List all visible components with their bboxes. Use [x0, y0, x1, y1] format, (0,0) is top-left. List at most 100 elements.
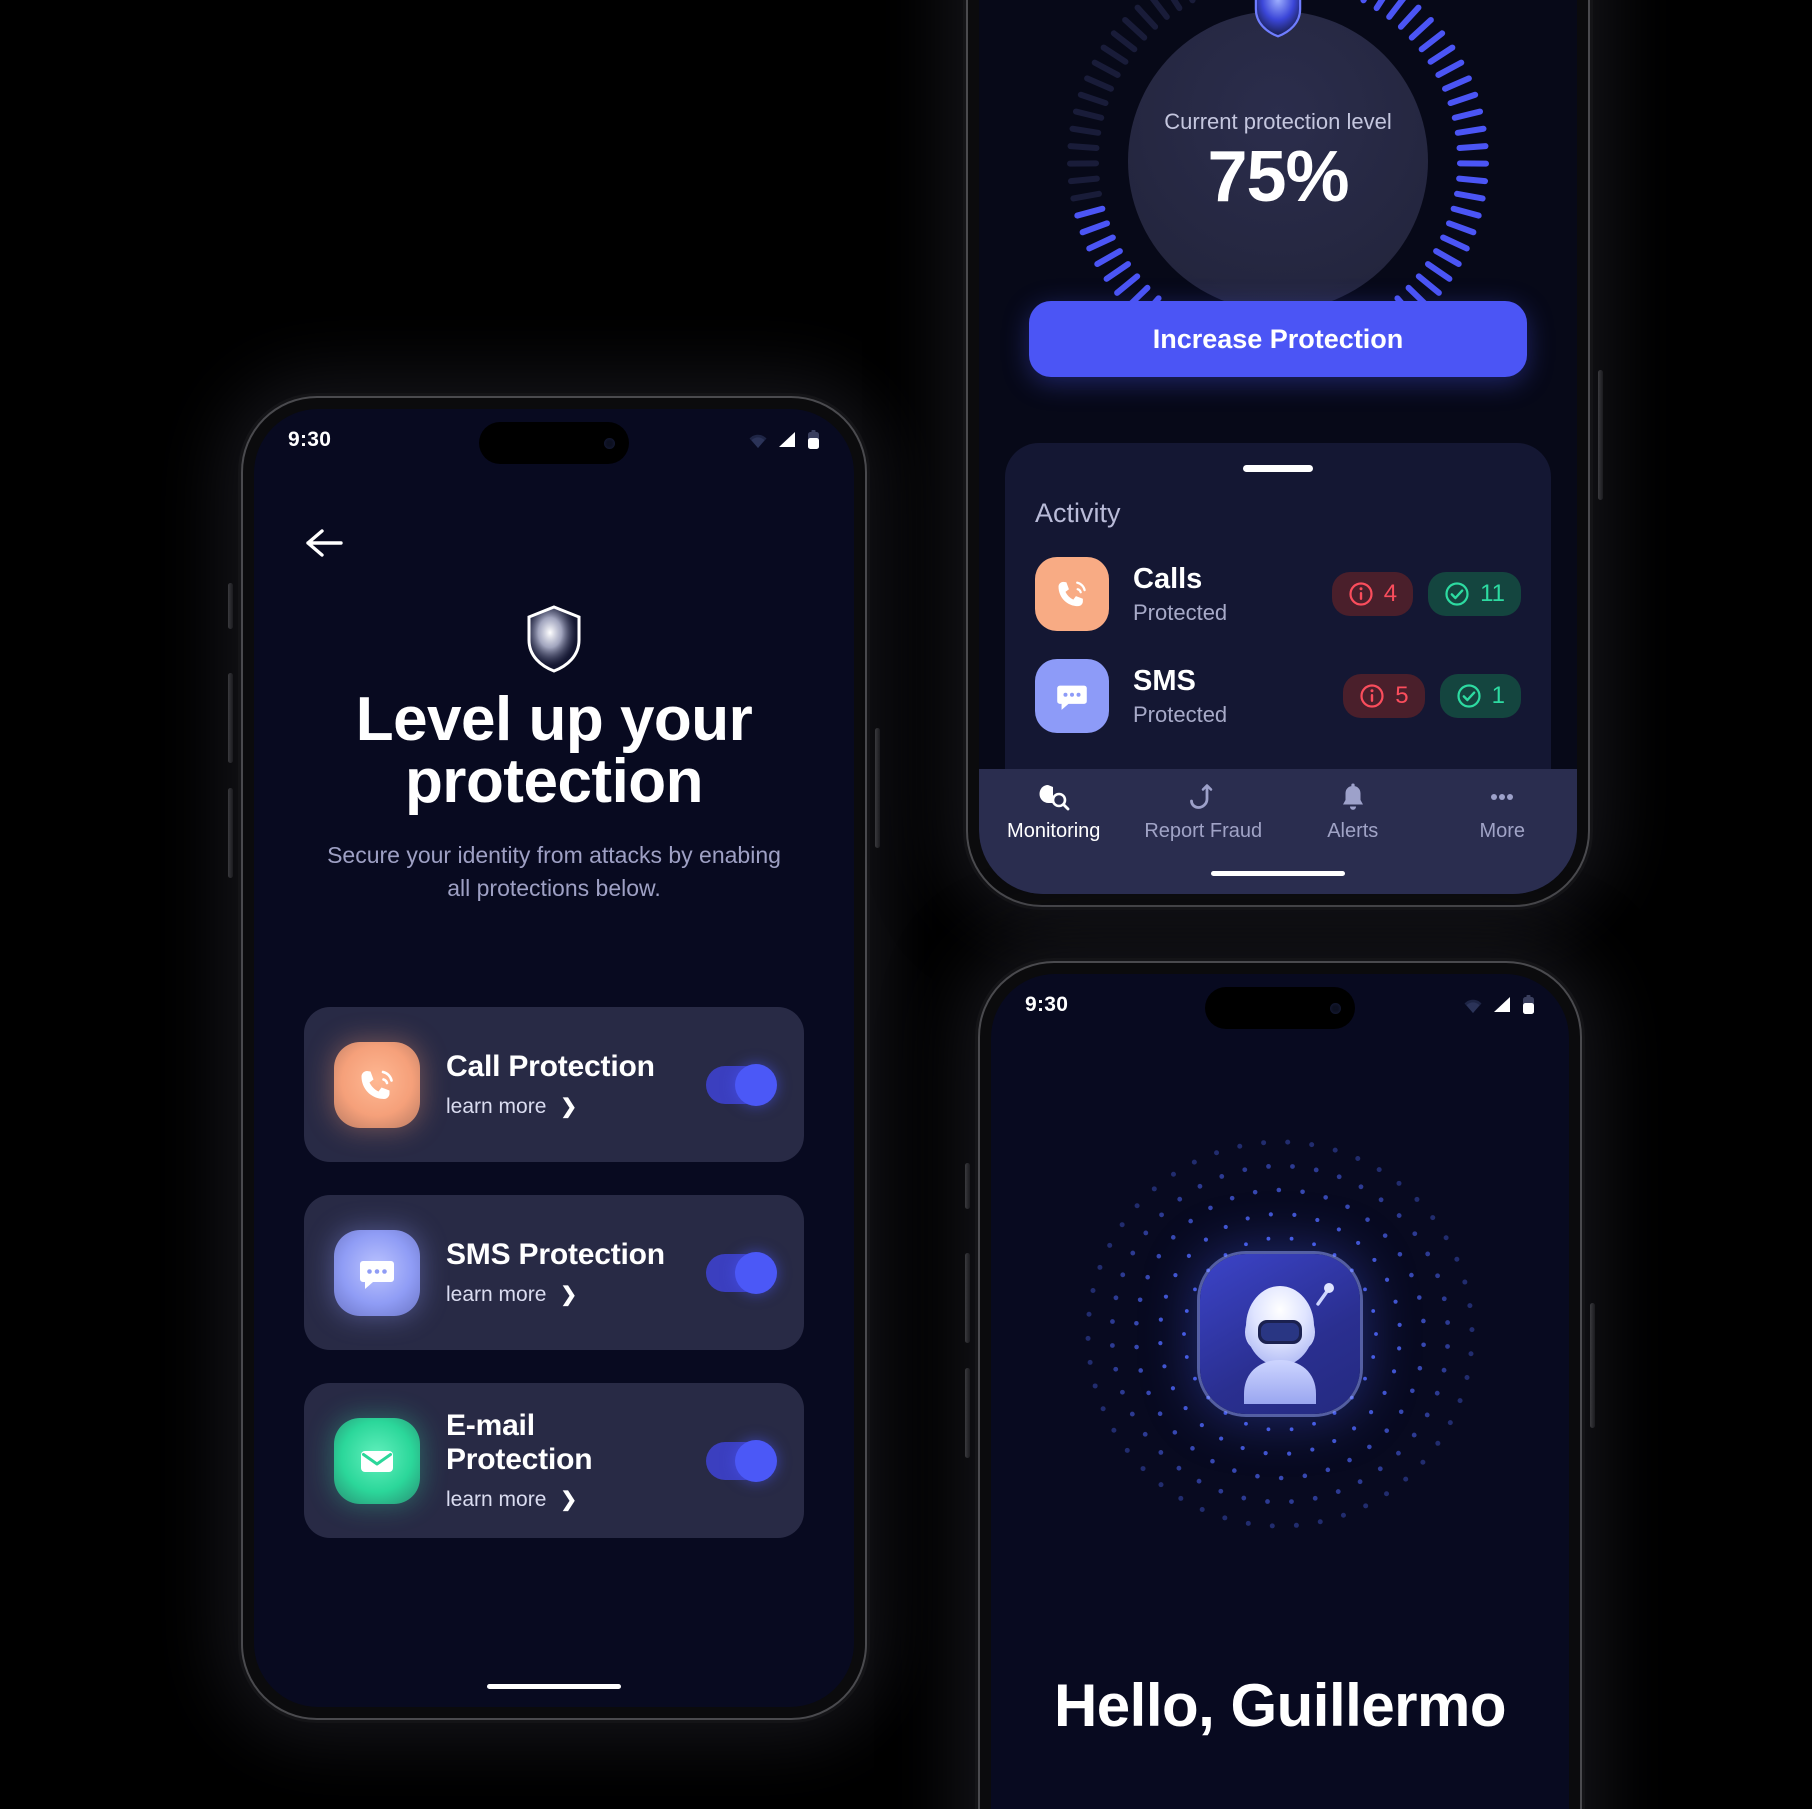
cellular-signal-icon	[1494, 997, 1510, 1012]
increase-protection-button[interactable]: Increase Protection	[1029, 301, 1527, 377]
badge-safe-calls: 11	[1428, 572, 1521, 616]
status-icons	[1462, 995, 1535, 1015]
badge-safe-sms: 1	[1439, 674, 1521, 718]
side-button-power[interactable]	[875, 728, 880, 848]
front-camera-icon	[1330, 1002, 1341, 1014]
sms-bubble-icon	[1035, 659, 1109, 733]
check-circle-icon	[1445, 582, 1469, 606]
protection-card-body: Call Protection learn more ❯	[446, 1050, 680, 1119]
chevron-right-icon: ❯	[560, 1489, 578, 1511]
bottom-navigation: Monitoring Report Fraud Alerts More	[979, 769, 1577, 894]
home-indicator[interactable]	[1211, 871, 1345, 876]
learn-more-link[interactable]: learn more ❯	[446, 1282, 680, 1307]
badge-count: 4	[1383, 580, 1398, 607]
home-indicator[interactable]	[487, 1684, 621, 1689]
wifi-icon	[749, 434, 767, 448]
badge-count: 1	[1491, 682, 1505, 709]
battery-icon	[808, 430, 819, 449]
learn-more-label: learn more	[446, 1282, 547, 1306]
phone-bottom-welcome: 9:30 Hello, Guillermo	[965, 963, 1595, 1809]
gauge-value: 75%	[1207, 137, 1349, 217]
hero-shield	[524, 604, 584, 674]
side-button-volume-down[interactable]	[228, 788, 233, 878]
protection-card-body: E-mail Protection learn more ❯	[446, 1409, 680, 1512]
activity-row-name: SMS	[1133, 664, 1196, 697]
sheet-grabber[interactable]	[1243, 465, 1313, 472]
side-button-volume-up[interactable]	[965, 1253, 970, 1343]
gauge-label: Current protection level	[1164, 109, 1392, 134]
gauge-center: Current protection level 75%	[1128, 0, 1428, 311]
side-button-volume-up[interactable]	[228, 673, 233, 763]
phone-call-icon	[334, 1041, 420, 1128]
status-time: 9:30	[288, 428, 332, 451]
nav-label: Monitoring	[1007, 820, 1101, 842]
learn-more-link[interactable]: learn more ❯	[446, 1094, 680, 1119]
protection-card-call[interactable]: Call Protection learn more ❯	[304, 1007, 804, 1162]
protection-card-title: E-mail Protection	[446, 1409, 593, 1476]
bell-icon	[1342, 783, 1363, 810]
front-camera-icon	[604, 437, 615, 449]
side-button-volume-down[interactable]	[965, 1368, 970, 1458]
gauge-shield	[1251, 0, 1305, 39]
monitoring-search-icon	[1039, 785, 1070, 811]
status-time: 9:30	[1025, 993, 1069, 1016]
nav-item-monitoring[interactable]: Monitoring	[979, 783, 1129, 843]
protection-card-title: SMS Protection	[446, 1238, 665, 1271]
learn-more-label: learn more	[446, 1487, 547, 1511]
phone-left-screen: 9:30 Level up your protection Secure you…	[254, 409, 854, 1707]
toggle-email-protection[interactable]	[706, 1439, 777, 1482]
nav-item-report-fraud[interactable]: Report Fraud	[1129, 783, 1279, 843]
side-button-power[interactable]	[1590, 1303, 1595, 1428]
phone-call-icon	[1035, 557, 1109, 631]
robot-avatar-icon	[1200, 1254, 1360, 1414]
toggle-call-protection[interactable]	[706, 1063, 777, 1106]
badge-count: 5	[1395, 682, 1409, 709]
protection-card-sms[interactable]: SMS Protection learn more ❯	[304, 1195, 804, 1350]
protection-card-title: Call Protection	[446, 1050, 655, 1083]
fish-hook-icon	[1190, 784, 1213, 809]
nav-label: Report Fraud	[1144, 820, 1263, 842]
side-button-mute[interactable]	[228, 583, 233, 629]
check-circle-icon	[1457, 684, 1481, 708]
activity-row-badges: 5 1	[1343, 674, 1521, 718]
activity-row-state: Protected	[1133, 599, 1228, 625]
learn-more-link[interactable]: learn more ❯	[446, 1487, 680, 1512]
chevron-right-icon: ❯	[560, 1284, 578, 1306]
wifi-icon	[1464, 999, 1482, 1013]
nav-label: More	[1479, 820, 1526, 842]
nav-item-more[interactable]: More	[1428, 783, 1578, 843]
envelope-icon	[334, 1417, 420, 1504]
avatar-halo	[1070, 1124, 1490, 1544]
activity-row-text: SMS Protected	[1133, 665, 1319, 728]
dynamic-island	[479, 422, 629, 464]
protection-card-list: Call Protection learn more ❯ SMS Protect…	[304, 1007, 804, 1538]
page-title: Level up your protection	[355, 685, 753, 816]
nav-item-alerts[interactable]: Alerts	[1278, 783, 1428, 843]
toggle-sms-protection[interactable]	[706, 1251, 777, 1294]
protection-card-email[interactable]: E-mail Protection learn more ❯	[304, 1383, 804, 1538]
protection-card-body: SMS Protection learn more ❯	[446, 1238, 680, 1307]
info-circle-icon	[1360, 684, 1384, 708]
cellular-signal-icon	[779, 432, 795, 447]
side-button-power[interactable]	[1598, 370, 1603, 500]
back-button[interactable]	[300, 523, 346, 563]
activity-row-sms[interactable]: SMS Protected 5 1	[1035, 659, 1521, 733]
badge-blocked-calls: 4	[1331, 572, 1414, 616]
activity-title: Activity	[1035, 498, 1121, 528]
toggle-knob	[735, 1439, 777, 1482]
activity-row-name: Calls	[1133, 562, 1203, 595]
info-circle-icon	[1349, 582, 1373, 606]
side-button-mute[interactable]	[965, 1163, 970, 1209]
shield-icon	[1254, 0, 1302, 38]
sms-bubble-icon	[334, 1229, 420, 1316]
shield-icon	[527, 605, 581, 673]
status-icons	[747, 430, 820, 450]
activity-row-calls[interactable]: Calls Protected 4 11	[1035, 557, 1521, 631]
more-dots-icon	[1491, 794, 1514, 800]
phone-bottom-screen: 9:30 Hello, Guillermo	[991, 974, 1569, 1809]
page-subtitle: Secure your identity from attacks by ena…	[327, 842, 781, 901]
battery-icon	[1523, 995, 1534, 1014]
toggle-knob	[735, 1251, 777, 1294]
dynamic-island	[1205, 987, 1355, 1029]
phone-top-screen: Current protection level 75% Increase Pr…	[979, 0, 1577, 894]
